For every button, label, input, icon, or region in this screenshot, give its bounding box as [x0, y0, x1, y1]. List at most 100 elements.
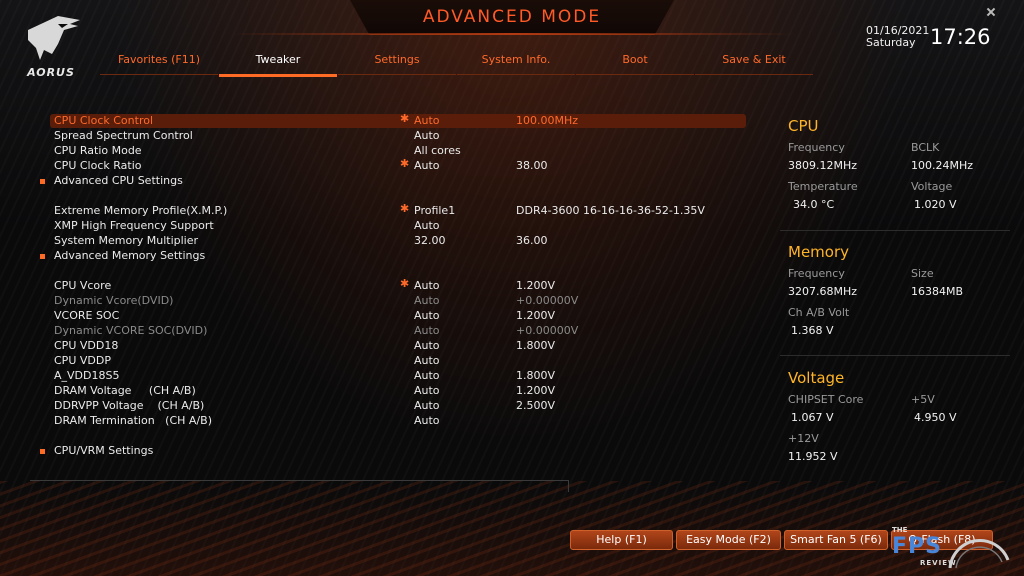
setting-current-value: 1.200V — [516, 384, 556, 397]
cpu-temperature-label: Temperature — [788, 180, 858, 193]
memory-size-label: Size — [911, 267, 934, 280]
aorus-logo-text: AORUS — [27, 66, 75, 79]
setting-label: Advanced Memory Settings — [54, 249, 206, 262]
setting-value: All cores — [414, 144, 461, 157]
setting-label: DRAM Voltage (CH A/B) — [54, 384, 196, 397]
setting-spread-spectrum[interactable]: Spread Spectrum Control Auto — [50, 129, 746, 143]
setting-dynamic-vcore[interactable]: Dynamic Vcore(DVID) Auto +0.00000V — [50, 294, 746, 308]
submenu-cpu-vrm-settings[interactable]: CPU/VRM Settings — [40, 444, 746, 458]
tab-boot[interactable]: Boot — [576, 52, 694, 75]
memory-section-title: Memory — [788, 243, 850, 261]
setting-cpu-clock-control[interactable]: CPU Clock Control ✱ Auto 100.00MHz — [50, 112, 746, 128]
fps-review-watermark: THE FPS REVIEW — [886, 526, 1016, 572]
settings-list: CPU Clock Control ✱ Auto 100.00MHz Sprea… — [30, 112, 746, 487]
modified-star-icon: ✱ — [400, 277, 410, 290]
tab-settings[interactable]: Settings — [338, 52, 456, 75]
modified-star-icon: ✱ — [400, 157, 410, 170]
modified-star-icon: ✱ — [400, 202, 410, 215]
setting-current-value: 2.500V — [516, 399, 556, 412]
page-title: ADVANCED MODE — [422, 7, 602, 27]
setting-value: Auto — [414, 159, 440, 172]
setting-label: A_VDD18S5 — [54, 369, 120, 382]
cpu-frequency-label: Frequency — [788, 141, 845, 154]
cpu-temperature-value: 34.0 °C — [793, 198, 835, 211]
voltage-section-title: Voltage — [788, 369, 845, 387]
setting-label: Extreme Memory Profile(X.M.P.) — [54, 204, 228, 217]
tab-save-exit[interactable]: Save & Exit — [695, 52, 813, 75]
cpu-bclk-label: BCLK — [911, 141, 940, 154]
setting-label: Advanced CPU Settings — [54, 174, 183, 187]
setting-value: Auto — [414, 279, 440, 292]
setting-value: Auto — [414, 324, 440, 337]
setting-value: Auto — [414, 129, 440, 142]
setting-cpu-vdd18[interactable]: CPU VDD18 Auto 1.800V — [50, 339, 746, 353]
setting-current-value: 1.200V — [516, 279, 556, 292]
setting-ddrvpp-voltage[interactable]: DDRVPP Voltage (CH A/B) Auto 2.500V — [50, 399, 746, 413]
setting-xmp-high-frequency[interactable]: XMP High Frequency Support Auto — [50, 219, 746, 233]
chipset-core-value: 1.067 V — [791, 411, 834, 424]
cpu-voltage-label: Voltage — [911, 180, 953, 193]
tab-tweaker[interactable]: Tweaker — [219, 52, 337, 77]
close-icon[interactable] — [986, 7, 996, 17]
setting-value: Auto — [414, 309, 440, 322]
setting-value: 32.00 — [414, 234, 446, 247]
setting-a-vdd18s5[interactable]: A_VDD18S5 Auto 1.800V — [50, 369, 746, 383]
setting-current-value: +0.00000V — [516, 294, 579, 307]
setting-value: Auto — [414, 219, 440, 232]
setting-cpu-clock-ratio[interactable]: CPU Clock Ratio ✱ Auto 38.00 — [50, 157, 746, 173]
memory-size-value: 16384MB — [911, 285, 964, 298]
panel-divider — [30, 480, 568, 481]
setting-value: Auto — [414, 384, 440, 397]
setting-system-memory-multiplier[interactable]: System Memory Multiplier 32.00 36.00 — [50, 234, 746, 248]
memory-frequency-label: Frequency — [788, 267, 845, 280]
setting-cpu-ratio-mode[interactable]: CPU Ratio Mode All cores — [50, 144, 746, 158]
setting-label: CPU Clock Control — [54, 114, 154, 127]
setting-label: Dynamic Vcore(DVID) — [54, 294, 174, 307]
submenu-advanced-cpu-settings[interactable]: Advanced CPU Settings — [40, 174, 746, 188]
setting-label: CPU Vcore — [54, 279, 112, 292]
setting-label: CPU/VRM Settings — [54, 444, 154, 457]
cpu-frequency-value: 3809.12MHz — [788, 159, 858, 172]
plus12v-value: 11.952 V — [788, 450, 838, 463]
setting-vcore-soc[interactable]: VCORE SOC Auto 1.200V — [50, 309, 746, 323]
setting-current-value: 1.200V — [516, 309, 556, 322]
submenu-bullet-icon — [40, 179, 45, 184]
setting-xmp-profile[interactable]: Extreme Memory Profile(X.M.P.) ✱ Profile… — [50, 202, 746, 218]
setting-current-value: 36.00 — [516, 234, 548, 247]
setting-value: Auto — [414, 369, 440, 382]
setting-value: Auto — [414, 399, 440, 412]
plus5v-label: +5V — [911, 393, 935, 406]
submenu-advanced-memory-settings[interactable]: Advanced Memory Settings — [40, 249, 746, 263]
setting-label: DDRVPP Voltage (CH A/B) — [54, 399, 205, 412]
setting-dram-voltage[interactable]: DRAM Voltage (CH A/B) Auto 1.200V — [50, 384, 746, 398]
setting-dynamic-vcore-soc[interactable]: Dynamic VCORE SOC(DVID) Auto +0.00000V — [50, 324, 746, 338]
panel-divider-tick — [568, 480, 569, 492]
speedometer-icon — [948, 539, 1010, 569]
setting-label: DRAM Termination (CH A/B) — [54, 414, 212, 427]
setting-label: CPU VDD18 — [54, 339, 119, 352]
tab-favorites[interactable]: Favorites (F11) — [100, 52, 218, 75]
bottom-decoration — [0, 481, 1024, 576]
cpu-section-title: CPU — [788, 117, 819, 135]
easy-mode-button[interactable]: Easy Mode (F2) — [676, 530, 781, 550]
memory-chab-volt-label: Ch A/B Volt — [788, 306, 850, 319]
setting-value: Auto — [414, 354, 440, 367]
cpu-bclk-value: 100.24MHz — [911, 159, 974, 172]
help-button[interactable]: Help (F1) — [570, 530, 673, 550]
watermark-fps: FPS — [892, 534, 942, 559]
plus5v-value: 4.950 V — [914, 411, 957, 424]
setting-current-value: 1.800V — [516, 369, 556, 382]
setting-value: Auto — [414, 414, 440, 427]
smart-fan-button[interactable]: Smart Fan 5 (F6) — [784, 530, 888, 550]
date-display: 01/16/2021 Saturday — [866, 25, 929, 49]
setting-label: CPU Ratio Mode — [54, 144, 142, 157]
setting-label: CPU VDDP — [54, 354, 111, 367]
setting-cpu-vcore[interactable]: CPU Vcore ✱ Auto 1.200V — [50, 277, 746, 293]
setting-current-value: 100.00MHz — [516, 114, 579, 127]
modified-star-icon: ✱ — [400, 112, 410, 125]
setting-dram-termination[interactable]: DRAM Termination (CH A/B) Auto — [50, 414, 746, 428]
setting-cpu-vddp[interactable]: CPU VDDP Auto — [50, 354, 746, 368]
tab-system-info[interactable]: System Info. — [457, 52, 575, 75]
setting-value: Auto — [414, 294, 440, 307]
setting-current-value: DDR4-3600 16-16-16-36-52-1.35V — [516, 204, 705, 217]
